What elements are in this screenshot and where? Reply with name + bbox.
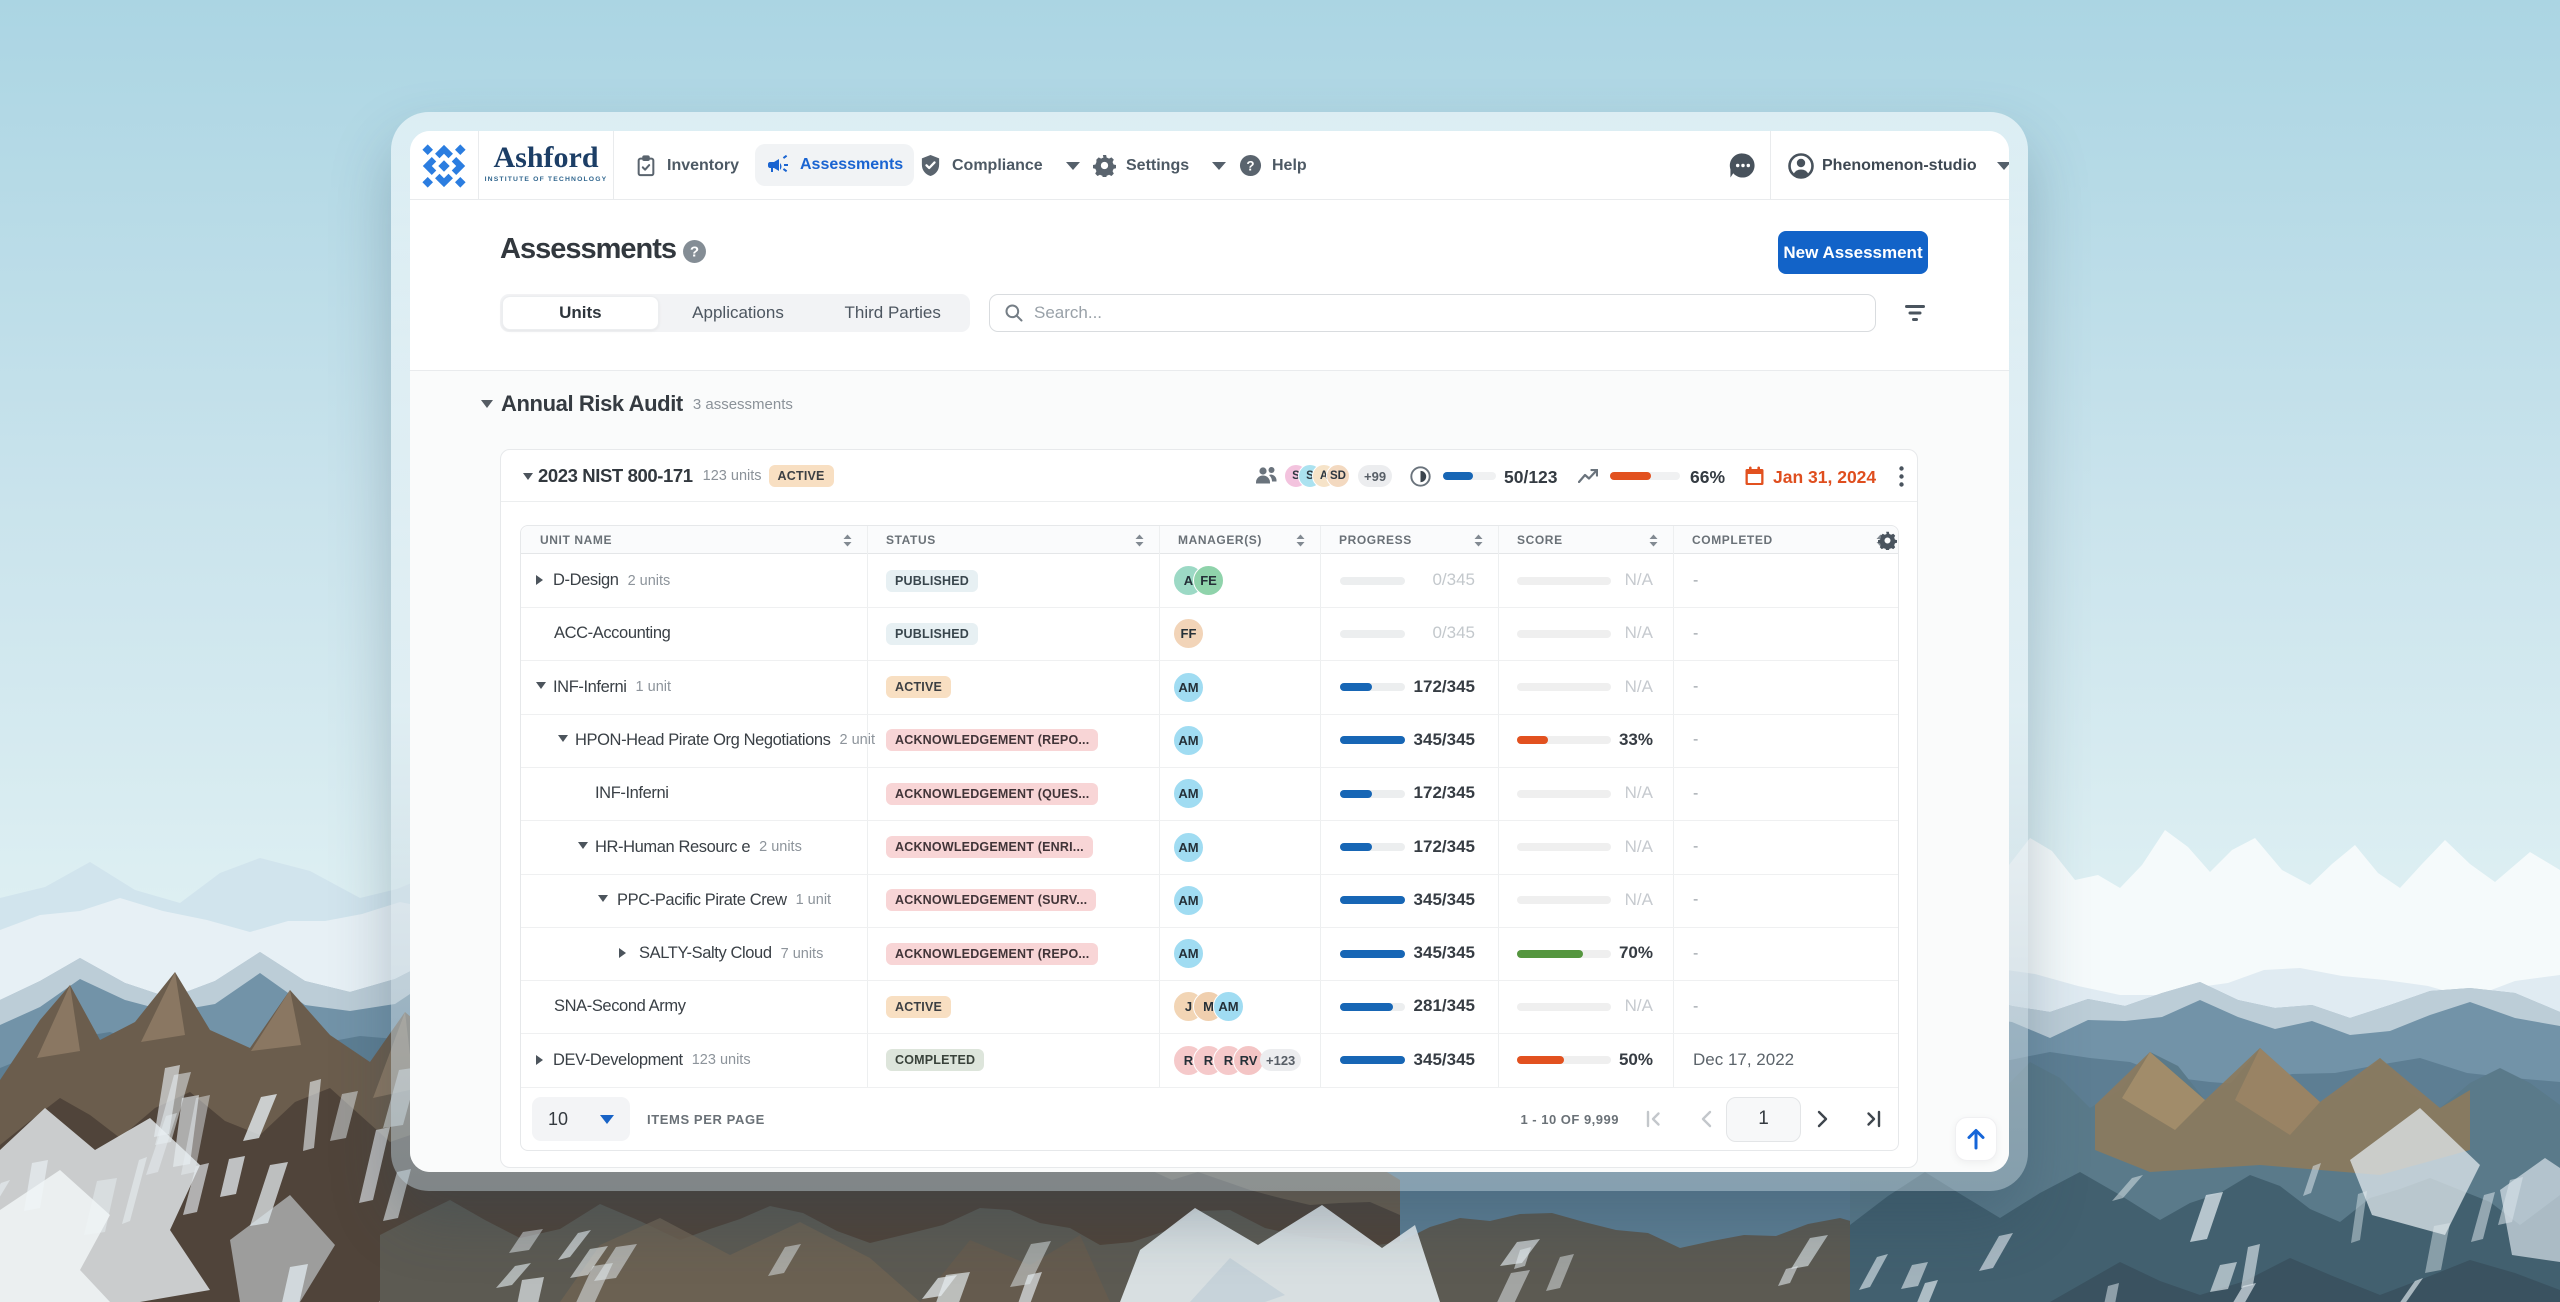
svg-text:?: ? (690, 243, 699, 260)
svg-text:?: ? (1246, 158, 1254, 173)
